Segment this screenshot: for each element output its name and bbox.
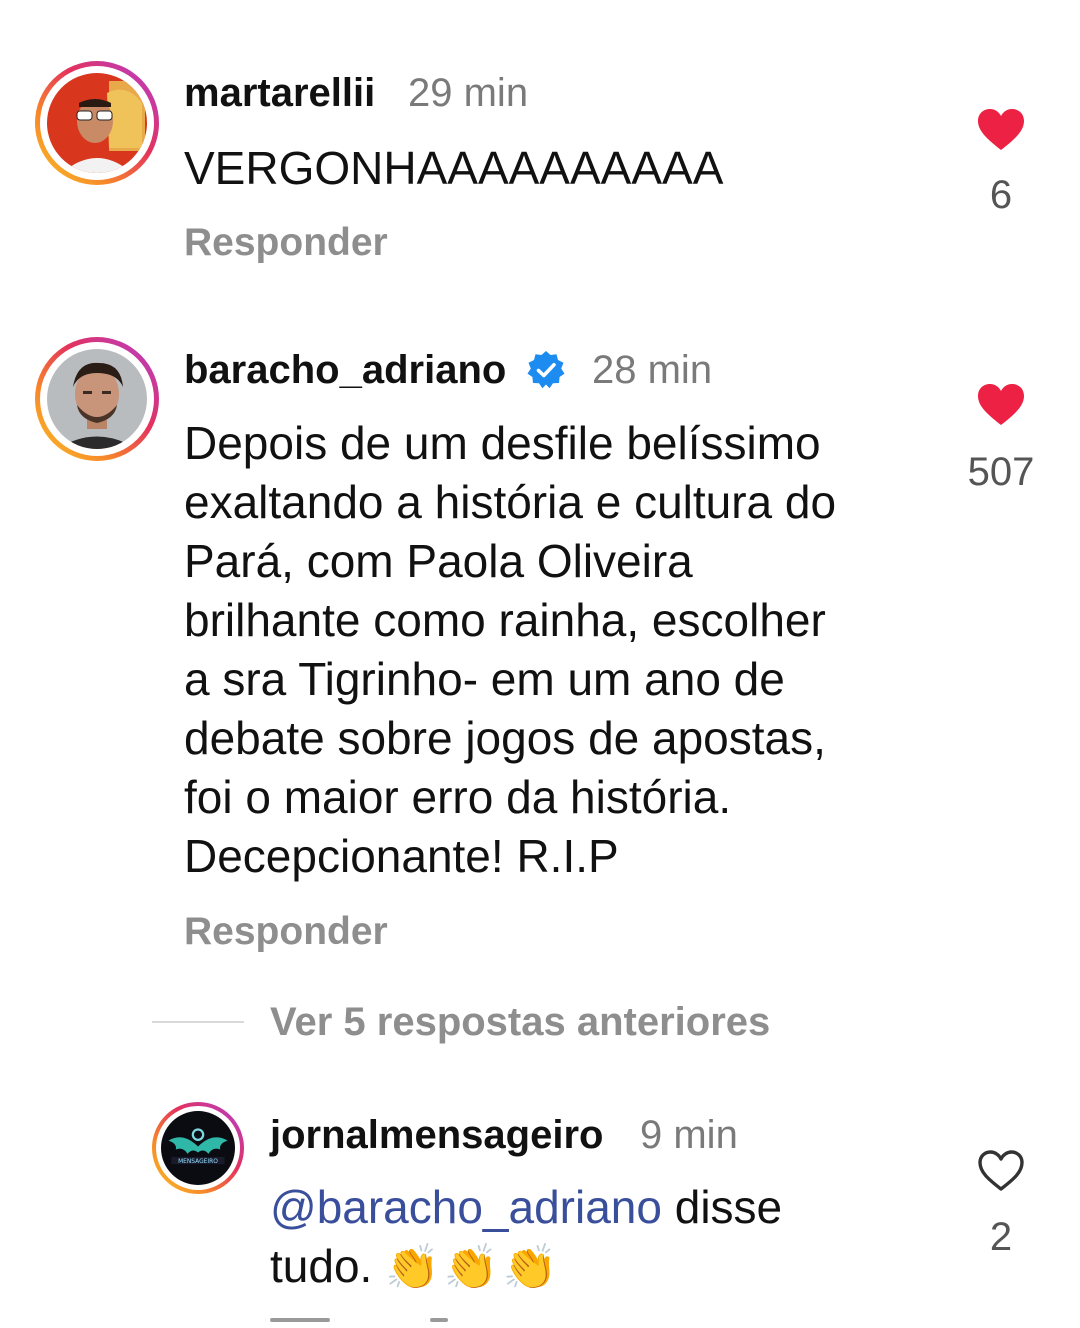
reply-text-fragment: disse [661, 1181, 783, 1233]
like-count: 507 [967, 450, 1035, 494]
comment-text-line: a sra Tigrinho- em um ano de [184, 653, 785, 705]
comments-screen: martarellii 29 min VERGONHAAAAAAAAAA Res… [0, 0, 1080, 1328]
comment-timestamp: 29 min [408, 71, 529, 115]
view-previous-replies-button[interactable]: Ver 5 respostas anteriores [270, 1000, 770, 1045]
comment-text-line: Depois de um desfile belíssimo [184, 417, 821, 469]
profile-photo-jornalmensageiro: MENSAGEIRO [161, 1111, 235, 1185]
comment-text-line: brilhante como rainha, escolher [184, 594, 826, 646]
comment-text-line: VERGONHAAAAAAAAAA [184, 142, 724, 194]
reply-button[interactable]: Responder [184, 910, 388, 954]
comment-username[interactable]: baracho_adriano [184, 348, 506, 393]
comment-text-line: exaltando a história e cultura do [184, 476, 837, 528]
avatar-martarellii[interactable] [35, 61, 159, 185]
comment-text-line: Pará, com Paola Oliveira [184, 535, 693, 587]
heart-filled-icon[interactable] [977, 108, 1025, 152]
reply-button[interactable]: Responder [184, 221, 388, 265]
reply-button-partial [270, 1318, 470, 1328]
heart-outline-icon[interactable] [977, 1149, 1025, 1193]
comment-text-line: Decepcionante! R.I.P [184, 830, 619, 882]
comment-text: Depois de um desfile belíssimo exaltando… [184, 414, 836, 886]
avatar-baracho-adriano[interactable] [35, 337, 159, 461]
profile-photo-martarellii [47, 73, 147, 173]
reply-text-line: tudo. 👏👏👏 [270, 1237, 782, 1297]
profile-photo-baracho-adriano [47, 349, 147, 449]
like-count: 6 [989, 173, 1013, 217]
reply-text-line: @baracho_adriano disse [270, 1178, 782, 1237]
like-count: 2 [989, 1215, 1013, 1259]
reply-text-fragment: tudo. [270, 1240, 386, 1292]
replies-divider-line [152, 1021, 244, 1023]
heart-filled-icon[interactable] [977, 383, 1025, 427]
reply-text: @baracho_adriano disse tudo. 👏👏👏 [270, 1178, 782, 1297]
comment-text-line: debate sobre jogos de apostas, [184, 712, 826, 764]
comment-text-line: foi o maior erro da história. [184, 771, 732, 823]
clapping-hands-emoji: 👏👏👏 [385, 1243, 562, 1292]
comment-username[interactable]: martarellii [184, 71, 375, 116]
reply-username[interactable]: jornalmensageiro [270, 1113, 603, 1158]
avatar-jornalmensageiro[interactable]: MENSAGEIRO [152, 1102, 244, 1194]
mention-link[interactable]: @baracho_adriano [270, 1181, 662, 1233]
reply-timestamp: 9 min [640, 1113, 738, 1157]
comment-text: VERGONHAAAAAAAAAA [184, 139, 723, 198]
verified-badge-icon [527, 351, 565, 389]
comment-timestamp: 28 min [592, 348, 713, 392]
avatar-logo-text: MENSAGEIRO [178, 1159, 218, 1165]
